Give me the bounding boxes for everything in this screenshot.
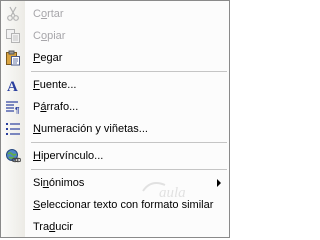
context-menu: Cortar Copiar Pegar A Fuente... ¶ Párraf… — [0, 0, 230, 238]
scissors-icon — [1, 3, 25, 25]
menu-item-bullets-numbering[interactable]: Numeración y viñetas... — [1, 118, 229, 140]
menu-item-label: Hipervínculo... — [33, 150, 104, 162]
menu-item-label: Fuente... — [33, 79, 77, 91]
menu-item-label: Numeración y viñetas... — [33, 123, 148, 135]
menu-item-label: Copiar — [33, 30, 66, 42]
menu-item-label: Cortar — [33, 8, 64, 20]
menu-separator — [31, 142, 227, 143]
watermark-text: aula — [159, 185, 186, 201]
menu-item-paragraph[interactable]: ¶ Párrafo... — [1, 96, 229, 118]
menu-item-label: Sinónimos — [33, 177, 85, 189]
menu-item-translate[interactable]: Traducir — [1, 216, 229, 238]
hyperlink-icon — [1, 145, 25, 167]
menu-item-hyperlink[interactable]: Hipervínculo... — [1, 145, 229, 167]
paste-icon — [1, 47, 25, 69]
menu-item-font[interactable]: A Fuente... — [1, 74, 229, 96]
menu-item-label: Traducir — [33, 221, 73, 233]
menu-item-cut[interactable]: Cortar — [1, 3, 229, 25]
menu-item-copy[interactable]: Copiar — [1, 25, 229, 47]
font-icon: A — [1, 74, 25, 96]
copy-icon — [1, 25, 25, 47]
menu-separator — [31, 71, 227, 72]
menu-item-paste[interactable]: Pegar — [1, 47, 229, 69]
menu-item-label: Pegar — [33, 52, 63, 64]
bullet-list-icon — [1, 118, 25, 140]
paragraph-icon: ¶ — [1, 96, 25, 118]
svg-text:A: A — [7, 79, 18, 93]
submenu-arrow-icon — [217, 179, 221, 187]
menu-separator — [31, 169, 227, 170]
menu-item-label: Párrafo... — [33, 101, 79, 113]
watermark-logo: aula — [141, 177, 201, 203]
svg-text:¶: ¶ — [15, 106, 20, 115]
